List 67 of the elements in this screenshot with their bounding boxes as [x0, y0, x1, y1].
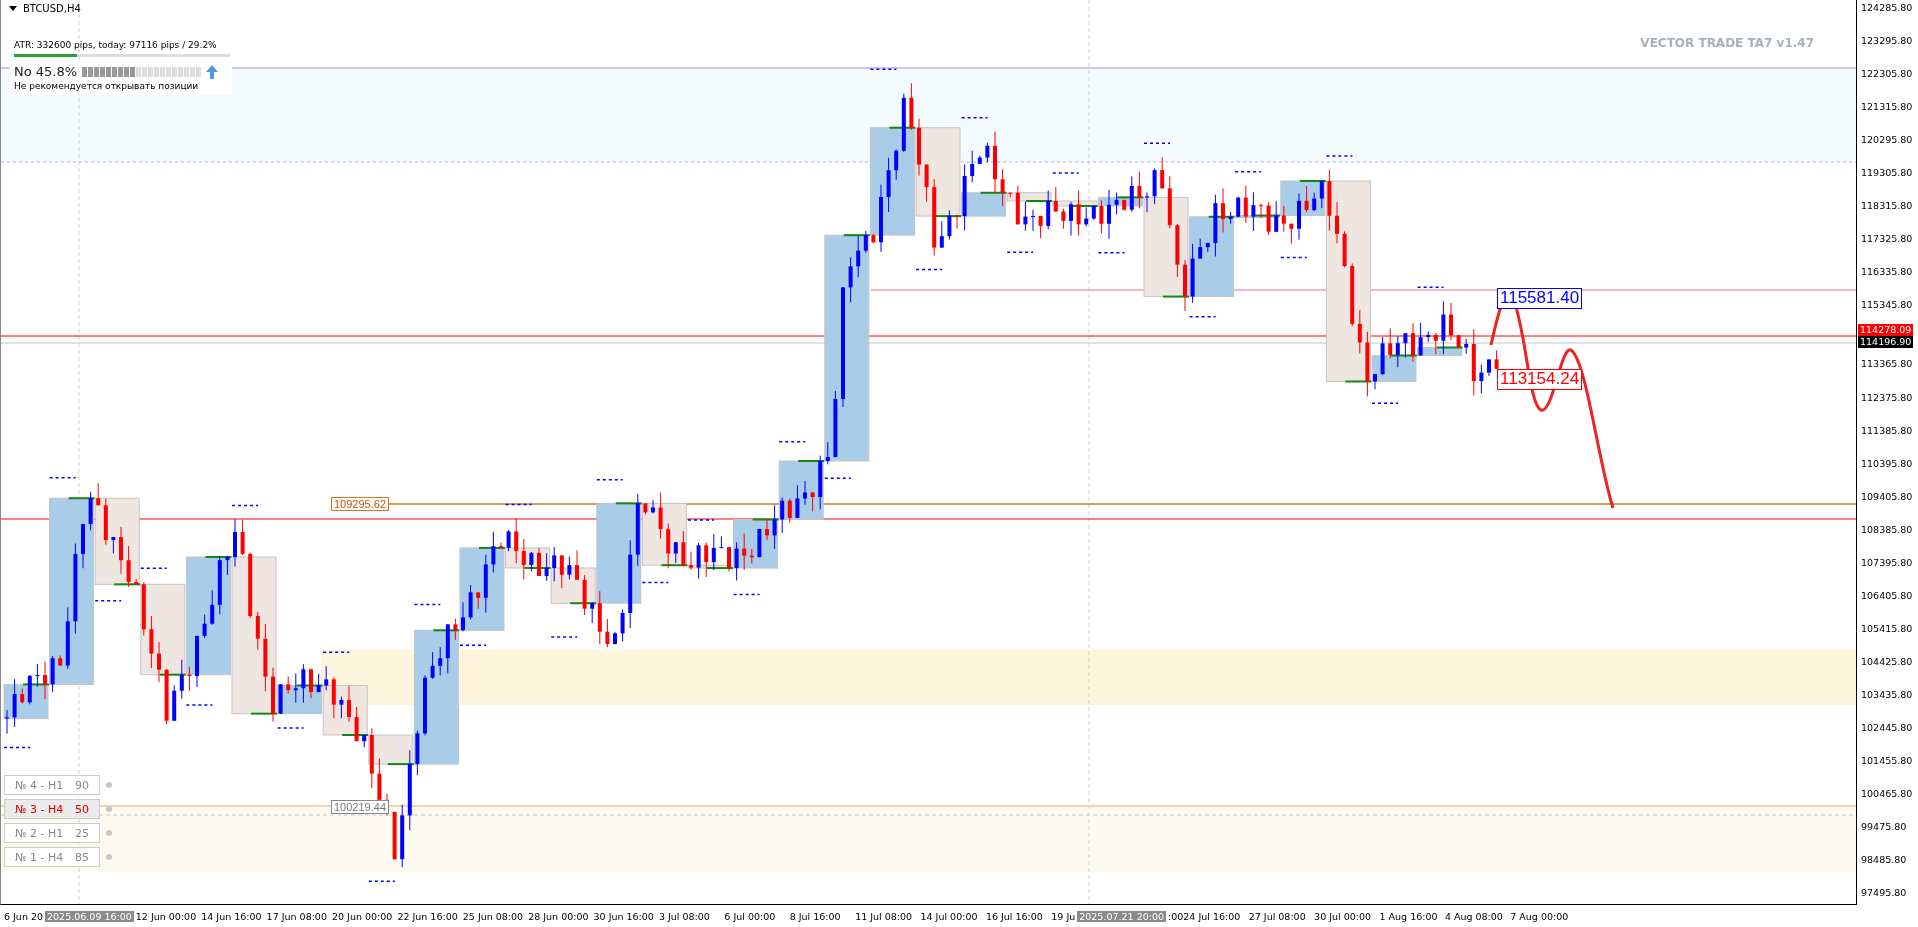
time-label: 12 Jun 00:00	[135, 910, 198, 922]
time-label: 28 Jun 00:00	[528, 910, 590, 922]
time-label: 19 Ju	[1051, 910, 1076, 922]
price-tick: 105415.80	[1860, 621, 1913, 635]
price-tick: 108385.80	[1860, 522, 1913, 536]
price-label: 109295.62	[331, 497, 389, 512]
time-label: :00	[1168, 910, 1184, 922]
price-tick: 104425.80	[1860, 654, 1913, 668]
price-tag: 114278.09	[1858, 324, 1914, 337]
price-tick: 117325.80	[1860, 232, 1913, 246]
price-tick: 110395.80	[1860, 456, 1913, 470]
time-label: 11 Jul 08:00	[855, 910, 914, 922]
time-label: 3 Jul 08:00	[658, 910, 711, 922]
price-tick: 109405.80	[1860, 489, 1913, 503]
level-button[interactable]: № 1 - H4 85	[4, 847, 100, 867]
price-tick: 111385.80	[1860, 423, 1913, 437]
price-label: 115581.40	[1497, 288, 1583, 309]
time-label: 1 Aug 16:00	[1379, 910, 1439, 922]
price-tick: 112375.80	[1860, 390, 1913, 404]
time-label: 24 Jul 16:00	[1183, 910, 1242, 922]
price-tick: 116335.80	[1860, 265, 1913, 279]
level-button[interactable]: № 3 - H4 50	[4, 799, 100, 819]
price-tick: 119305.80	[1860, 166, 1913, 180]
price-tick: 97495.80	[1860, 886, 1907, 900]
time-label: 2025.07.21 20:00	[1077, 910, 1167, 922]
level-button[interactable]: № 2 - H1 25	[4, 823, 100, 843]
time-label: 17 Jun 08:00	[266, 910, 328, 922]
time-label: 4 Aug 08:00	[1444, 910, 1504, 922]
indicator-label: VECTOR TRADE TA7 v1.47	[1640, 36, 1814, 50]
price-tick: 120295.80	[1860, 133, 1913, 147]
price-tick: 115345.80	[1860, 298, 1913, 312]
time-label: 16 Jul 16:00	[985, 910, 1044, 922]
price-tick: 102445.80	[1860, 721, 1913, 734]
price-label: 113154.24	[1497, 369, 1583, 390]
price-tick: 99475.80	[1860, 820, 1907, 834]
time-label: 20 Jun 00:00	[332, 910, 394, 922]
time-label: 14 Jun 16:00	[201, 910, 263, 922]
time-label: 27 Jul 08:00	[1248, 910, 1307, 922]
time-label: 30 Jun 16:00	[593, 910, 655, 922]
price-tick: 101455.80	[1860, 754, 1913, 768]
price-tick: 103435.80	[1860, 687, 1913, 701]
price-tick: 106405.80	[1860, 588, 1913, 602]
time-label: 6 Jul 00:00	[724, 910, 777, 922]
time-label: 7 Aug 00:00	[1510, 910, 1570, 922]
time-label: 30 Jul 00:00	[1314, 910, 1373, 922]
signal-percent: No 45.8%	[14, 64, 78, 79]
symbol-title: BTCUSD,H4	[23, 3, 81, 14]
price-tick: 122305.80	[1860, 67, 1913, 81]
price-tick: 100465.80	[1860, 787, 1913, 801]
time-label: 2025.06.09 16:00	[45, 910, 134, 922]
price-tag: 114196.90	[1858, 336, 1914, 349]
price-tick: 98485.80	[1860, 853, 1907, 867]
price-tick: 118315.80	[1860, 199, 1913, 213]
time-label: 8 Jul 16:00	[789, 910, 842, 922]
time-label: 25 Jun 08:00	[462, 910, 525, 922]
price-label: 100219.44	[331, 800, 389, 815]
atr-text: ATR: 332600 pips, today: 97116 pips / 29.2%	[14, 40, 217, 50]
price-tick: 123295.80	[1860, 34, 1913, 48]
time-label: 22 Jun 16:00	[397, 910, 459, 922]
price-tick: 107395.80	[1860, 555, 1913, 569]
price-tick: 121315.80	[1860, 100, 1913, 114]
level-button[interactable]: № 4 - H1 90	[4, 775, 100, 795]
price-tick: 124285.80	[1860, 1, 1913, 14]
signal-advice: Не рекомендуется открывать позиции	[14, 81, 200, 91]
time-label: 6 Jun 20	[4, 910, 44, 922]
time-label: 14 Jul 00:00	[920, 910, 979, 922]
price-tick: 113365.80	[1860, 357, 1913, 371]
